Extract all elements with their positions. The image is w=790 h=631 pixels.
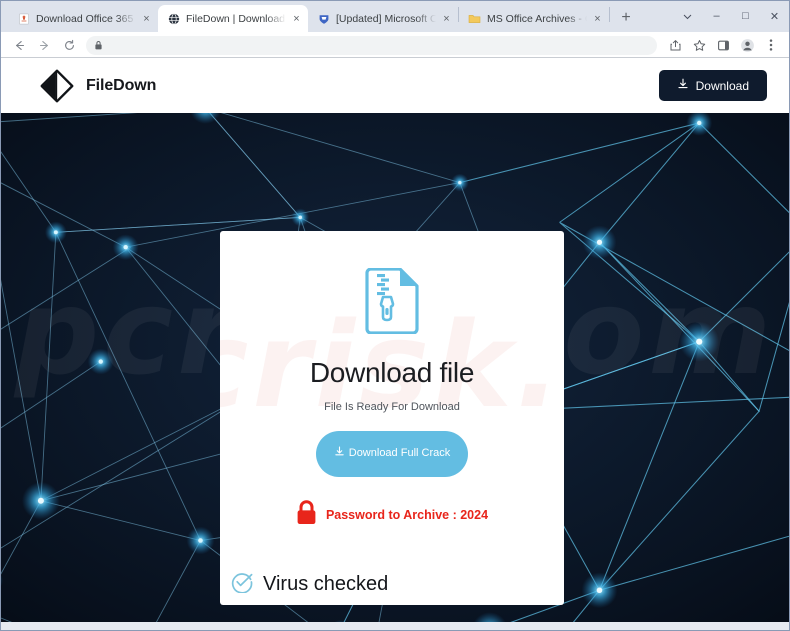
window-controls: – □ ✕ [673, 1, 789, 31]
maximize-button[interactable]: □ [731, 1, 760, 31]
folder-icon [468, 12, 481, 25]
browser-toolbar [1, 32, 789, 58]
page-bottom-edge [1, 622, 789, 630]
toolbar-actions [663, 34, 783, 56]
browser-tab-active[interactable]: FileDown | Download file × [158, 5, 308, 32]
tab-strip: Download Office 365 Pro Plus F × FileDow… [1, 1, 789, 32]
zip-file-icon [364, 267, 420, 339]
tab-divider [609, 6, 610, 22]
reload-icon[interactable] [57, 34, 82, 56]
header-download-label: Download [695, 78, 749, 93]
globe-icon [167, 12, 180, 25]
check-circle-icon [231, 571, 253, 598]
minimize-button[interactable]: – [702, 1, 731, 31]
browser-window: Download Office 365 Pro Plus F × FileDow… [0, 0, 790, 631]
tab-close-button[interactable]: × [439, 11, 454, 26]
star-icon[interactable] [687, 34, 711, 56]
tab-title: [Updated] Microsoft Office Cra [336, 12, 436, 25]
browser-tab[interactable]: MS Office Archives - Crack 4 PC × [459, 5, 609, 32]
pdf-doc-icon [17, 12, 30, 25]
download-icon [677, 78, 689, 93]
download-full-crack-button[interactable]: Download Full Crack [316, 431, 468, 477]
download-icon [334, 446, 345, 463]
three-dot-menu-icon[interactable] [759, 34, 783, 56]
download-full-crack-label: Download Full Crack [348, 447, 451, 460]
share-icon[interactable] [663, 34, 687, 56]
shield-icon [317, 12, 330, 25]
new-tab-button[interactable]: + [613, 5, 639, 31]
download-card: pcrisk.com [220, 231, 564, 605]
forward-arrow-icon[interactable] [32, 34, 57, 56]
page-viewport: FileDown Download risk. Download file Fi… [1, 58, 789, 630]
hero-background: pcrisk.com pcrisk.com [1, 113, 789, 630]
lock-icon [94, 40, 103, 51]
virus-checked-label: Virus checked [263, 573, 389, 595]
site-logo[interactable]: FileDown [39, 68, 156, 104]
header-download-button[interactable]: Download [658, 70, 767, 101]
password-text: Password to Archive : 2024 [325, 508, 489, 522]
tab-title: Download Office 365 Pro Plus F [36, 12, 136, 25]
browser-tab[interactable]: [Updated] Microsoft Office Cra × [308, 5, 458, 32]
site-logo-text: FileDown [86, 76, 157, 94]
tab-close-button[interactable]: × [139, 11, 154, 26]
tab-search-chevron-icon[interactable] [673, 1, 702, 31]
card-subtitle: File Is Ready For Download [324, 401, 460, 413]
close-window-button[interactable]: ✕ [760, 1, 789, 31]
card-title: Download file [309, 357, 475, 388]
site-header: FileDown Download [1, 58, 789, 113]
password-notice: Password to Archive : 2024 [296, 500, 488, 530]
address-bar[interactable] [86, 35, 657, 55]
browser-tab[interactable]: Download Office 365 Pro Plus F × [8, 5, 158, 32]
tab-close-button[interactable]: × [590, 11, 605, 26]
tab-close-button[interactable]: × [289, 11, 304, 26]
tab-title: FileDown | Download file [186, 12, 286, 25]
diamond-logo-icon [40, 69, 74, 102]
virus-checked-notice: Virus checked [231, 571, 388, 598]
padlock-icon [296, 500, 317, 530]
side-panel-icon[interactable] [711, 34, 735, 56]
back-arrow-icon[interactable] [7, 34, 32, 56]
tab-title: MS Office Archives - Crack 4 PC [487, 12, 587, 25]
profile-avatar-icon[interactable] [735, 34, 759, 56]
